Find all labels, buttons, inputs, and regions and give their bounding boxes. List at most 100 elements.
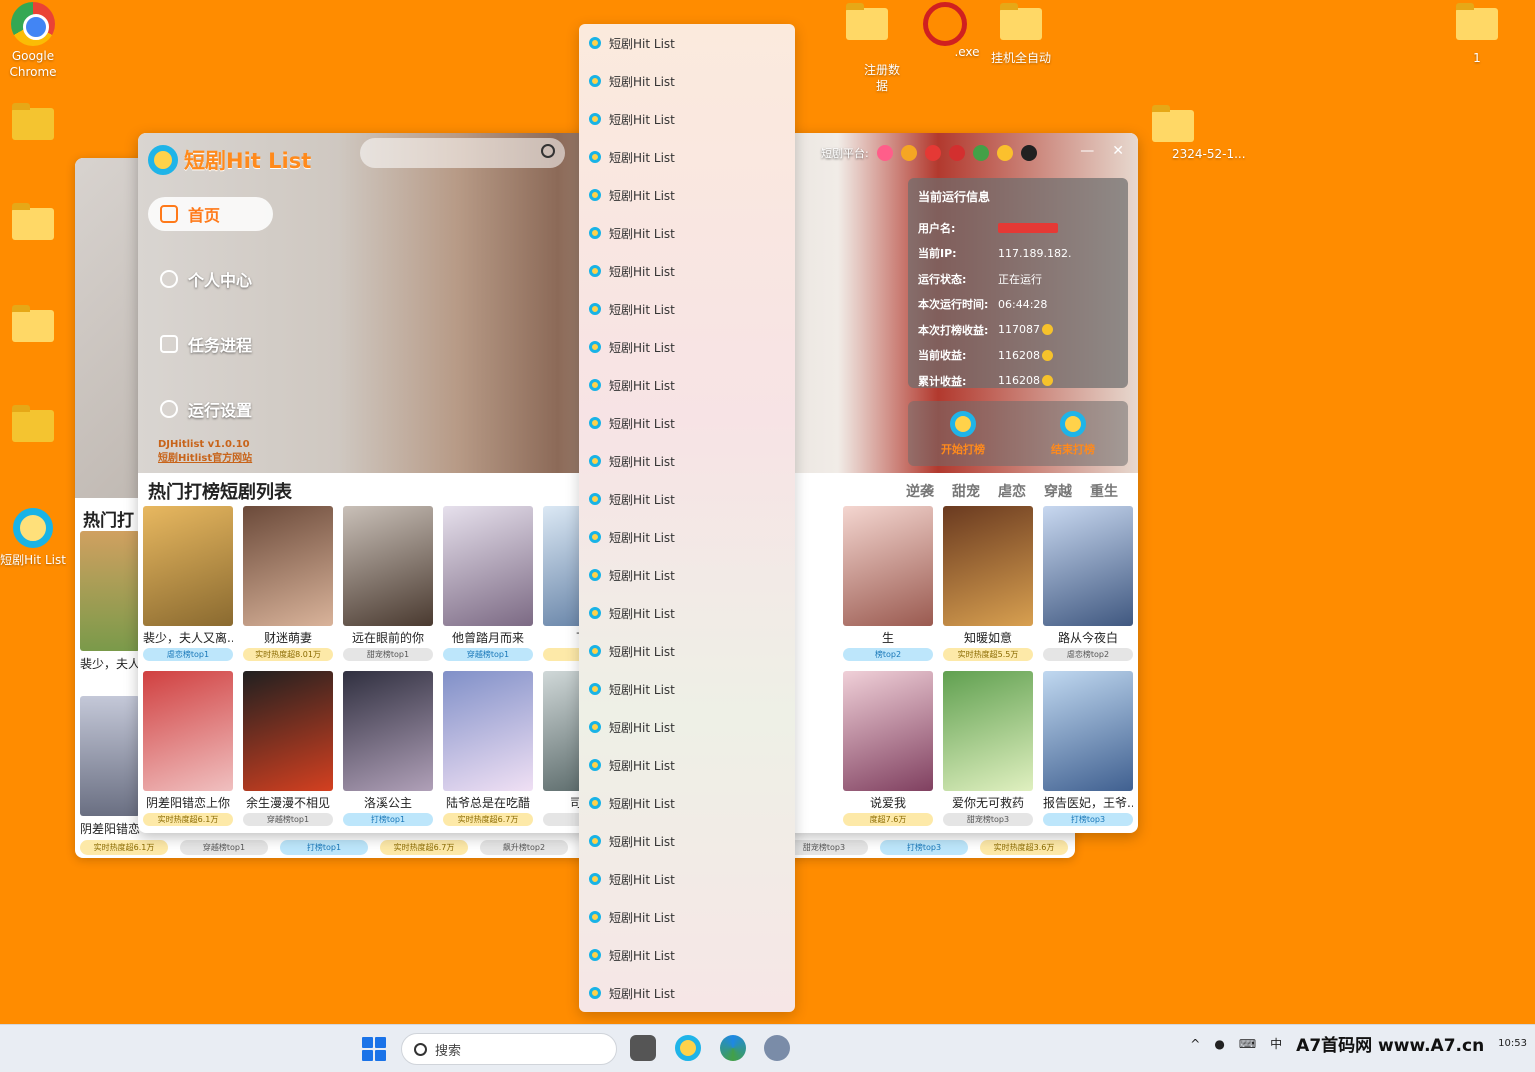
drama-card[interactable]: 报告医妃，王爷... 打榜top3 bbox=[1043, 671, 1133, 826]
category-tab[interactable]: 虐恋 bbox=[998, 481, 1026, 501]
start-button[interactable]: 开始打榜 bbox=[941, 410, 985, 457]
drama-poster[interactable] bbox=[443, 506, 533, 626]
category-tab[interactable]: 穿越 bbox=[1044, 481, 1072, 501]
dropdown-item[interactable]: 短剧Hit List bbox=[579, 176, 795, 214]
dropdown-item[interactable]: 短剧Hit List bbox=[579, 366, 795, 404]
dropdown-item[interactable]: 短剧Hit List bbox=[579, 328, 795, 366]
drama-poster[interactable] bbox=[243, 671, 333, 791]
dropdown-item[interactable]: 短剧Hit List bbox=[579, 404, 795, 442]
website-link[interactable]: 短剧Hitlist官方网站 bbox=[158, 452, 252, 466]
close-button[interactable]: ✕ bbox=[1112, 143, 1124, 159]
drama-card[interactable]: 洛溪公主 打榜top1 bbox=[343, 671, 433, 826]
minimize-button[interactable]: — bbox=[1080, 143, 1094, 159]
desktop-icon-chrome[interactable]: Google Chrome bbox=[0, 2, 68, 80]
desktop-folder-1[interactable]: 1 bbox=[1442, 3, 1512, 66]
search-input[interactable] bbox=[360, 138, 565, 168]
nav-item-settings[interactable]: 运行设置 bbox=[148, 392, 273, 426]
platform-icon[interactable] bbox=[876, 145, 893, 161]
desktop-folder-2324[interactable]: 2324-52-1... bbox=[1138, 105, 1246, 162]
platform-icon[interactable] bbox=[948, 145, 965, 161]
nav-item-profile[interactable]: 个人中心 bbox=[148, 262, 273, 296]
drama-poster[interactable] bbox=[343, 506, 433, 626]
drama-poster[interactable] bbox=[80, 696, 140, 816]
drama-card[interactable]: 裴少，夫人又离... 虐恋榜top1 bbox=[143, 506, 233, 661]
drama-card[interactable]: 远在眼前的你 甜宠榜top1 bbox=[343, 506, 433, 661]
dropdown-item[interactable]: 短剧Hit List bbox=[579, 632, 795, 670]
drama-card[interactable]: 爱你无可救药 甜宠榜top3 bbox=[943, 671, 1033, 826]
category-tab[interactable]: 逆袭 bbox=[906, 481, 934, 501]
dropdown-item[interactable]: 短剧Hit List bbox=[579, 670, 795, 708]
dropdown-item[interactable]: 短剧Hit List bbox=[579, 62, 795, 100]
dropdown-item[interactable]: 短剧Hit List bbox=[579, 708, 795, 746]
dropdown-item[interactable]: 短剧Hit List bbox=[579, 24, 795, 62]
drama-card[interactable]: 财迷萌妻 实时热度超8.01万 bbox=[243, 506, 333, 661]
dropdown-item[interactable]: 短剧Hit List bbox=[579, 480, 795, 518]
hitlist-taskbar-icon[interactable] bbox=[675, 1035, 701, 1061]
keyboard-icon[interactable]: ⌨ bbox=[1239, 1037, 1256, 1051]
drama-poster[interactable] bbox=[943, 506, 1033, 626]
edge-icon[interactable] bbox=[720, 1035, 746, 1061]
dropdown-item[interactable]: 短剧Hit List bbox=[579, 936, 795, 974]
globe-icon[interactable] bbox=[764, 1035, 790, 1061]
drama-card[interactable]: 余生漫漫不相见 穿越榜top1 bbox=[243, 671, 333, 826]
dropdown-item[interactable]: 短剧Hit List bbox=[579, 214, 795, 252]
search-icon[interactable] bbox=[541, 144, 555, 158]
stop-button[interactable]: 结束打榜 bbox=[1051, 410, 1095, 457]
dropdown-item[interactable]: 短剧Hit List bbox=[579, 784, 795, 822]
dropdown-item[interactable]: 短剧Hit List bbox=[579, 442, 795, 480]
platform-icon[interactable] bbox=[924, 145, 941, 161]
desktop-exe[interactable]: .exe bbox=[910, 2, 980, 60]
drama-card[interactable]: 陆爷总是在吃醋 实时热度超6.7万 bbox=[443, 671, 533, 826]
dropdown-item[interactable]: 短剧Hit List bbox=[579, 822, 795, 860]
desktop-folder[interactable] bbox=[0, 103, 68, 144]
drama-card[interactable]: 他曾踏月而来 穿越榜top1 bbox=[443, 506, 533, 661]
desktop-folder-registration[interactable]: 注册数据 bbox=[832, 3, 902, 94]
drama-poster[interactable] bbox=[143, 506, 233, 626]
platform-icon[interactable] bbox=[900, 145, 917, 161]
drama-poster[interactable] bbox=[80, 531, 140, 651]
desktop-icon-hitlist[interactable]: 短剧Hit List bbox=[0, 508, 68, 568]
qq-icon[interactable]: ● bbox=[1214, 1037, 1224, 1051]
dropdown-item[interactable]: 短剧Hit List bbox=[579, 138, 795, 176]
dropdown-item[interactable]: 短剧Hit List bbox=[579, 974, 795, 1012]
category-tab[interactable]: 重生 bbox=[1090, 481, 1118, 501]
drama-poster[interactable] bbox=[443, 671, 533, 791]
drama-card[interactable]: 路从今夜白 虐恋榜top2 bbox=[1043, 506, 1133, 661]
drama-poster[interactable] bbox=[843, 506, 933, 626]
drama-poster[interactable] bbox=[343, 671, 433, 791]
drama-poster[interactable] bbox=[843, 671, 933, 791]
dropdown-item[interactable]: 短剧Hit List bbox=[579, 860, 795, 898]
platform-icon[interactable] bbox=[972, 145, 989, 161]
dropdown-item[interactable]: 短剧Hit List bbox=[579, 594, 795, 632]
desktop-folder[interactable] bbox=[0, 305, 68, 346]
platform-icon[interactable] bbox=[996, 145, 1013, 161]
desktop-folder-auto[interactable]: 挂机全自动 bbox=[986, 3, 1056, 66]
platform-icon[interactable] bbox=[1020, 145, 1037, 161]
desktop-folder[interactable] bbox=[0, 405, 68, 446]
drama-poster[interactable] bbox=[1043, 671, 1133, 791]
clock[interactable]: 10:53 bbox=[1498, 1038, 1527, 1050]
drama-card[interactable]: 说爱我 度超7.6万 bbox=[843, 671, 933, 826]
nav-item-home[interactable]: 首页 bbox=[148, 197, 273, 231]
drama-poster[interactable] bbox=[143, 671, 233, 791]
taskbar-search[interactable]: 搜索 bbox=[401, 1033, 617, 1065]
start-button[interactable] bbox=[362, 1037, 386, 1061]
drama-card[interactable]: 知暖如意 实时热度超5.5万 bbox=[943, 506, 1033, 661]
dropdown-item[interactable]: 短剧Hit List bbox=[579, 252, 795, 290]
task-view-icon[interactable] bbox=[630, 1035, 656, 1061]
nav-item-tasks[interactable]: 任务进程 bbox=[148, 327, 273, 361]
dropdown-item[interactable]: 短剧Hit List bbox=[579, 100, 795, 138]
drama-poster[interactable] bbox=[243, 506, 333, 626]
dropdown-item[interactable]: 短剧Hit List bbox=[579, 518, 795, 556]
dropdown-item[interactable]: 短剧Hit List bbox=[579, 556, 795, 594]
drama-poster[interactable] bbox=[943, 671, 1033, 791]
drama-card[interactable]: 阴差阳错恋上你 实时热度超6.1万 bbox=[143, 671, 233, 826]
dropdown-item[interactable]: 短剧Hit List bbox=[579, 898, 795, 936]
dropdown-item[interactable]: 短剧Hit List bbox=[579, 746, 795, 784]
category-tab[interactable]: 甜宠 bbox=[952, 481, 980, 501]
drama-poster[interactable] bbox=[1043, 506, 1133, 626]
chevron-up-icon[interactable]: ^ bbox=[1190, 1037, 1200, 1051]
dropdown-item[interactable]: 短剧Hit List bbox=[579, 290, 795, 328]
ime-indicator[interactable]: 中 bbox=[1270, 1035, 1282, 1052]
desktop-folder[interactable] bbox=[0, 203, 68, 244]
